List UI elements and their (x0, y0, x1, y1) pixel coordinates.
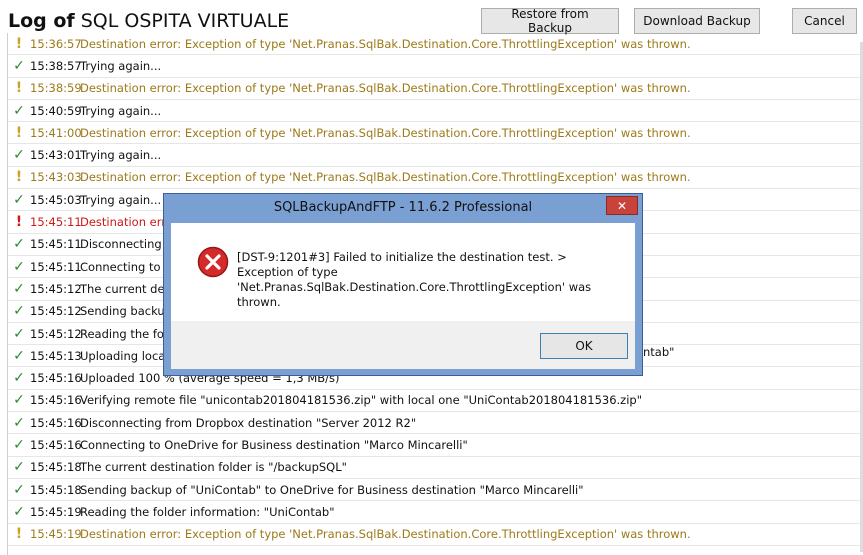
log-time: 15:43:01 (30, 148, 82, 163)
error-dialog: SQLBackupAndFTP - 11.6.2 Professional ✕ … (163, 193, 643, 376)
dialog-close-button[interactable]: ✕ (606, 196, 638, 215)
ok-button[interactable]: OK (540, 333, 628, 359)
log-message: Destination error: Exception of type 'Ne… (80, 170, 691, 185)
log-time: 15:36:57 (30, 36, 82, 51)
log-time: 15:45:19 (30, 527, 82, 542)
check-icon: ✓ (13, 102, 25, 119)
log-message: The current des (80, 281, 171, 296)
log-message: Reading the fold (80, 326, 175, 341)
log-time: 15:45:16 (30, 371, 82, 386)
dialog-body: [DST-9:1201#3] Failed to initialize the … (171, 223, 635, 369)
title-bold: Log of (8, 10, 75, 32)
warning-icon: ! (15, 526, 23, 543)
check-icon: ✓ (13, 191, 25, 208)
log-message: Sending backup of "UniContab" to OneDriv… (80, 482, 584, 497)
log-row: ✓ 15:45:16 Verifying remote file "uniconta… (8, 390, 861, 413)
cancel-button[interactable]: Cancel (792, 8, 857, 34)
check-icon: ✓ (13, 258, 25, 275)
log-message: Connecting to D (80, 259, 174, 274)
log-time: 15:40:59 (30, 103, 82, 118)
log-row: ✓ 15:45:16 Disconnecting from Dropbox dest… (8, 412, 861, 435)
check-icon: ✓ (13, 414, 25, 431)
log-row: ! 15:45:19 Destination error: Exception of… (8, 524, 861, 546)
dialog-message: [DST-9:1201#3] Failed to initialize the … (237, 250, 592, 309)
error-icon: ! (15, 214, 23, 231)
log-time: 15:45:16 (30, 437, 82, 452)
error-icon (197, 246, 229, 278)
log-time: 15:45:18 (30, 460, 82, 475)
log-time: 15:45:03 (30, 192, 82, 207)
log-message: Trying again... (80, 58, 162, 73)
check-icon: ✓ (13, 481, 25, 498)
download-backup-button[interactable]: Download Backup (634, 8, 760, 34)
log-time: 15:45:16 (30, 393, 82, 408)
log-time: 15:38:59 (30, 81, 82, 96)
log-time: 15:45:13 (30, 348, 82, 363)
log-time: 15:45:19 (30, 504, 82, 519)
log-message: Destination error: Exception of type 'Ne… (80, 36, 691, 51)
partial-log-text: ntab" (643, 345, 675, 359)
log-time: 15:43:03 (30, 170, 82, 185)
log-message: Sending backup (80, 304, 172, 319)
log-time: 15:45:18 (30, 482, 82, 497)
log-row: ✓ 15:45:18 The current destination folder … (8, 457, 861, 479)
warning-icon: ! (15, 35, 23, 52)
log-message: Reading the folder information: "UniCont… (80, 504, 335, 519)
log-row: ! 15:43:03 Destination error: Exception of… (8, 167, 861, 190)
log-time: 15:38:57 (30, 58, 82, 73)
warning-icon: ! (15, 169, 23, 186)
log-message: Destination error: Exception of type 'Ne… (80, 527, 691, 542)
log-time: 15:45:12 (30, 326, 82, 341)
log-row: ✓ 15:45:16 Connecting to OneDrive for Busi… (8, 434, 861, 457)
log-row: ✓ 15:40:59 Trying again... (8, 100, 861, 123)
log-message: Uploading loca (80, 348, 166, 363)
log-message: Disconnecting f (80, 237, 170, 252)
check-icon: ✓ (13, 503, 25, 520)
log-row: ! 15:36:57 Destination error: Exception of… (8, 33, 861, 56)
restore-from-backup-button[interactable]: Restore from Backup (481, 7, 619, 35)
title-server: SQL OSPITA VIRTUALE (80, 10, 290, 32)
check-icon: ✓ (13, 57, 25, 74)
log-row: ! 15:41:00 Destination error: Exception of… (8, 122, 861, 145)
log-time: 15:41:00 (30, 125, 82, 140)
check-icon: ✓ (13, 280, 25, 297)
page-title: Log of SQL OSPITA VIRTUALE (8, 10, 289, 32)
log-time: 15:45:11 (30, 259, 82, 274)
log-row: ✓ 15:45:19 Reading the folder information:… (8, 501, 861, 524)
dialog-title: SQLBackupAndFTP - 11.6.2 Professional (273, 200, 533, 215)
log-message: Trying again... (80, 148, 162, 163)
check-icon: ✓ (13, 436, 25, 453)
check-icon: ✓ (13, 325, 25, 342)
log-time: 15:45:16 (30, 415, 82, 430)
check-icon: ✓ (13, 347, 25, 364)
log-message: Connecting to OneDrive for Business dest… (80, 437, 468, 452)
check-icon: ✓ (13, 392, 25, 409)
log-message: Verifying remote file "unicontab20180418… (80, 393, 642, 408)
check-icon: ✓ (13, 370, 25, 387)
log-time: 15:45:11 (30, 237, 82, 252)
warning-icon: ! (15, 124, 23, 141)
log-time: 15:45:11 (30, 215, 82, 230)
log-message: Destination error: Exception of type 'Ne… (80, 81, 691, 96)
check-icon: ✓ (13, 147, 25, 164)
check-icon: ✓ (13, 303, 25, 320)
log-time: 15:45:12 (30, 304, 82, 319)
log-message: The current destination folder is "/back… (80, 460, 347, 475)
log-message: Destination erro (80, 215, 173, 230)
log-row: ✓ 15:45:18 Sending backup of "UniContab" t… (8, 479, 861, 502)
log-message: Trying again... (80, 103, 162, 118)
log-row: ✓ 15:38:57 Trying again... (8, 55, 861, 78)
log-message: Disconnecting from Dropbox destination "… (80, 415, 417, 430)
log-time: 15:45:12 (30, 281, 82, 296)
check-icon: ✓ (13, 236, 25, 253)
log-message: Trying again... (80, 192, 162, 207)
log-row: ✓ 15:43:01 Trying again... (8, 144, 861, 167)
check-icon: ✓ (13, 459, 25, 476)
warning-icon: ! (15, 80, 23, 97)
log-message: Destination error: Exception of type 'Ne… (80, 125, 691, 140)
log-row: ! 15:38:59 Destination error: Exception of… (8, 78, 861, 100)
